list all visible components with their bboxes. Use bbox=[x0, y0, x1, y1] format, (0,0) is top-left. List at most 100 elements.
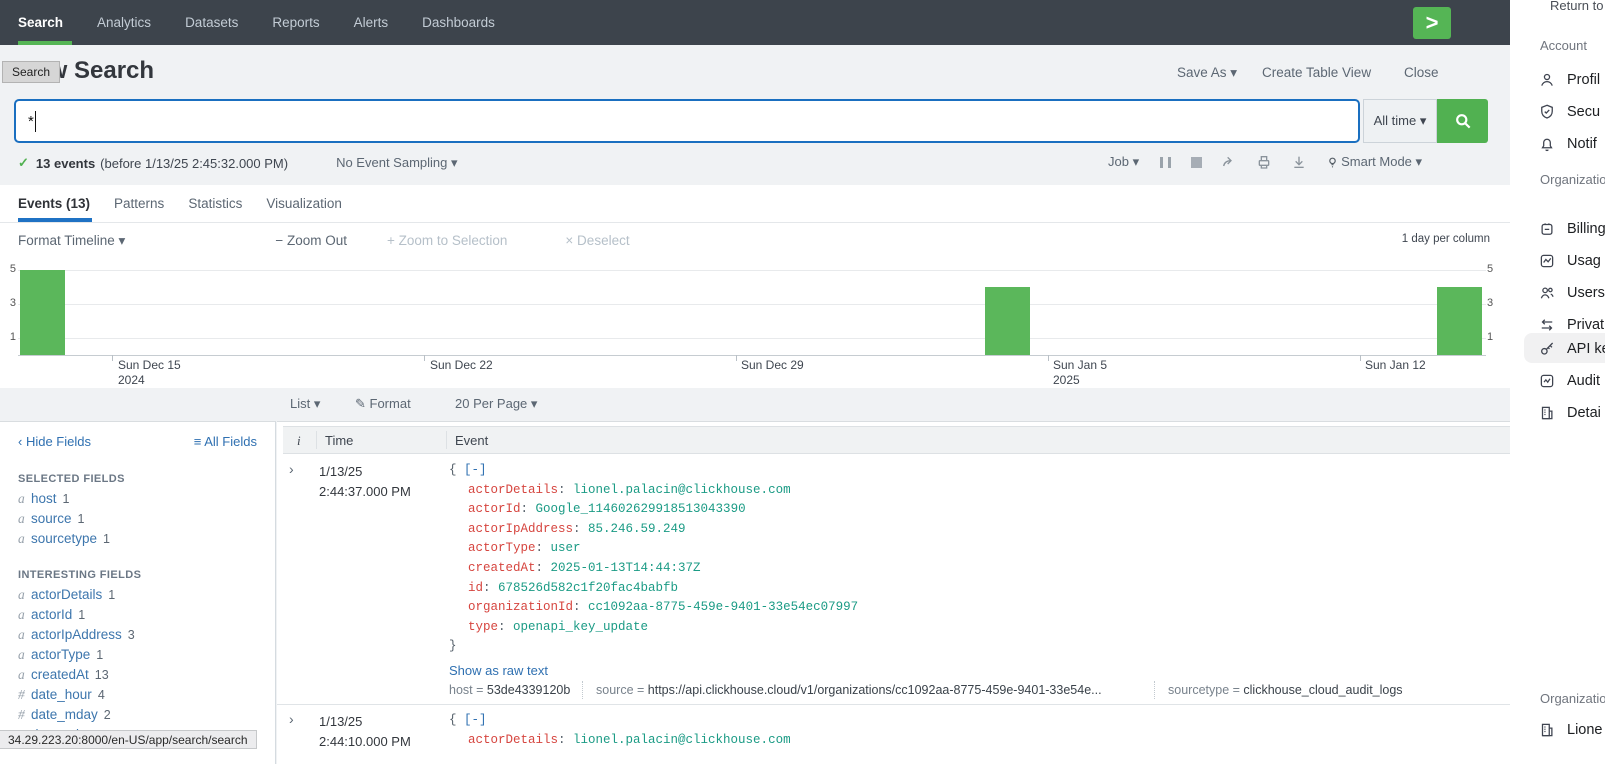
close-button[interactable]: Close bbox=[1404, 65, 1439, 80]
create-table-view-button[interactable]: Create Table View bbox=[1262, 65, 1371, 80]
field-item[interactable]: aactorIpAddress3 bbox=[0, 625, 275, 645]
browser-status-url: 34.29.223.20:8000/en-US/app/search/searc… bbox=[0, 730, 257, 749]
search-input[interactable]: * bbox=[14, 99, 1360, 143]
field-item[interactable]: asourcetype1 bbox=[0, 529, 275, 549]
search-query-text: * bbox=[28, 113, 34, 130]
magnifier-icon bbox=[1453, 111, 1473, 131]
person-icon bbox=[1538, 71, 1556, 89]
nav-item-datasets[interactable]: Datasets bbox=[168, 0, 255, 45]
export-download-icon[interactable] bbox=[1291, 154, 1307, 170]
tab-visualization[interactable]: Visualization bbox=[254, 185, 354, 222]
x-tick bbox=[736, 355, 737, 361]
event-meta-source[interactable]: sourcehttps://api.clickhouse.cloud/v1/or… bbox=[596, 683, 1102, 697]
field-item[interactable]: aactorDetails1 bbox=[0, 585, 275, 605]
nav-item-analytics[interactable]: Analytics bbox=[80, 0, 168, 45]
histogram-bar[interactable] bbox=[20, 270, 65, 355]
meta-separator bbox=[1154, 681, 1155, 699]
job-menu-dropdown[interactable]: Job ▾ bbox=[1108, 154, 1139, 170]
tab-patterns[interactable]: Patterns bbox=[102, 185, 176, 222]
search-bar: * All time ▾ bbox=[14, 99, 1488, 143]
sidebar-item-users[interactable]: Users bbox=[1538, 284, 1605, 302]
expand-chevron-icon[interactable]: › bbox=[289, 461, 294, 477]
sidebar-item-audit[interactable]: Audit bbox=[1538, 372, 1600, 390]
histogram-bar[interactable] bbox=[985, 287, 1030, 355]
nav-item-dashboards[interactable]: Dashboards bbox=[405, 0, 512, 45]
expand-chevron-icon[interactable]: › bbox=[289, 711, 294, 727]
shield-check-icon bbox=[1538, 103, 1556, 121]
zoom-out-button[interactable]: − Zoom Out bbox=[275, 233, 347, 248]
field-item[interactable]: acreatedAt13 bbox=[0, 665, 275, 685]
sidebar-item-details[interactable]: Detai bbox=[1538, 404, 1601, 422]
return-to-link[interactable]: Return to bbox=[1550, 0, 1603, 13]
x-tick bbox=[112, 355, 113, 361]
transfer-arrows-icon bbox=[1538, 316, 1556, 334]
event-meta-sourcetype[interactable]: sourcetypeclickhouse_cloud_audit_logs bbox=[1168, 683, 1403, 697]
field-item[interactable]: aactorId1 bbox=[0, 605, 275, 625]
lightbulb-icon bbox=[1326, 155, 1339, 170]
y-tick-left-5: 5 bbox=[4, 263, 16, 275]
per-page-dropdown[interactable]: 20 Per Page ▾ bbox=[455, 396, 537, 412]
save-as-button[interactable]: Save As ▾ bbox=[1177, 65, 1237, 81]
tab-statistics[interactable]: Statistics bbox=[176, 185, 254, 222]
events-table-header: i Time Event bbox=[283, 426, 1510, 454]
share-icon[interactable] bbox=[1221, 154, 1237, 170]
event-sampling-dropdown[interactable]: No Event Sampling ▾ bbox=[336, 155, 457, 171]
sidebar-item-security[interactable]: Secu bbox=[1538, 103, 1600, 121]
field-item[interactable]: asource1 bbox=[0, 509, 275, 529]
pause-job-icon[interactable] bbox=[1158, 157, 1172, 168]
clickhouse-settings-sidebar: Return to Account Profil Secu Notif Orga… bbox=[1510, 0, 1605, 764]
sidebar-item-profile[interactable]: Profil bbox=[1538, 71, 1600, 89]
nav-item-alerts[interactable]: Alerts bbox=[337, 0, 406, 45]
splunk-logo-icon[interactable]: > bbox=[1413, 7, 1451, 39]
billing-icon bbox=[1538, 220, 1556, 238]
y-tick-right-1: 1 bbox=[1487, 331, 1499, 343]
show-raw-text-link[interactable]: Show as raw text bbox=[449, 661, 858, 681]
organization-section-header: Organizatio bbox=[1540, 172, 1605, 187]
histogram-bar[interactable] bbox=[1437, 287, 1482, 355]
sidebar-item-api-keys[interactable]: API ke bbox=[1538, 340, 1605, 358]
interesting-fields-header: INTERESTING FIELDS bbox=[18, 569, 275, 581]
search-button[interactable] bbox=[1437, 99, 1488, 143]
print-icon[interactable] bbox=[1256, 154, 1272, 170]
tab-events[interactable]: Events (13) bbox=[18, 185, 102, 222]
field-item[interactable]: aactorType1 bbox=[0, 645, 275, 665]
smart-mode-dropdown[interactable]: Smart Mode ▾ bbox=[1326, 154, 1422, 170]
bell-icon bbox=[1538, 135, 1556, 153]
field-item[interactable]: ahost1 bbox=[0, 489, 275, 509]
x-tick bbox=[424, 355, 425, 361]
x-tick-label: Sun Jan 52025 bbox=[1053, 358, 1107, 388]
json-collapse-toggle[interactable]: [-] bbox=[464, 713, 487, 727]
organizations-section-header: Organizatio bbox=[1540, 691, 1605, 706]
event-timestamp: 1/13/252:44:10.000 PM bbox=[319, 712, 411, 752]
hide-fields-link[interactable]: ‹ Hide Fields bbox=[18, 434, 91, 449]
list-view-dropdown[interactable]: List ▾ bbox=[290, 396, 320, 412]
events-histogram[interactable]: 5 3 1 5 3 1 Sun Dec 152024 Sun Dec 22 Su… bbox=[0, 258, 1510, 388]
sidebar-item-usage[interactable]: Usag bbox=[1538, 252, 1601, 270]
y-tick-left-3: 3 bbox=[4, 297, 16, 309]
audit-icon bbox=[1538, 372, 1556, 390]
event-meta-host[interactable]: host53de4339120b bbox=[449, 683, 570, 697]
field-item[interactable]: #date_mday2 bbox=[0, 705, 275, 725]
job-status-row: ✓ 13 events (before 1/13/25 2:45:32.000 … bbox=[18, 152, 458, 174]
sidebar-item-private-endpoints[interactable]: Privat bbox=[1538, 316, 1604, 334]
users-icon bbox=[1538, 284, 1556, 302]
x-tick bbox=[1360, 355, 1361, 361]
nav-item-reports[interactable]: Reports bbox=[255, 0, 336, 45]
field-item[interactable]: #date_hour4 bbox=[0, 685, 275, 705]
format-results-button[interactable]: ✎ Format bbox=[355, 396, 411, 412]
sidebar-item-notifications[interactable]: Notif bbox=[1538, 135, 1597, 153]
col-header-time: Time bbox=[325, 433, 353, 448]
json-collapse-toggle[interactable]: [-] bbox=[464, 463, 487, 477]
format-timeline-dropdown[interactable]: Format Timeline ▾ bbox=[18, 233, 125, 249]
time-range-picker[interactable]: All time ▾ bbox=[1363, 99, 1437, 143]
timeline-toolbar: Format Timeline ▾ − Zoom Out + Zoom to S… bbox=[0, 222, 1510, 258]
chevron-left-icon: ‹ bbox=[18, 434, 26, 449]
stop-job-icon[interactable] bbox=[1191, 157, 1202, 168]
usage-chart-icon bbox=[1538, 252, 1556, 270]
nav-item-search[interactable]: Search bbox=[18, 0, 80, 45]
sidebar-item-organization-lionel[interactable]: Lione bbox=[1538, 721, 1602, 739]
key-icon bbox=[1538, 340, 1556, 358]
event-count-timestamp: (before 1/13/25 2:45:32.000 PM) bbox=[100, 156, 288, 171]
sidebar-item-billing[interactable]: Billing bbox=[1538, 220, 1605, 238]
all-fields-link[interactable]: ≡ All Fields bbox=[194, 434, 257, 449]
